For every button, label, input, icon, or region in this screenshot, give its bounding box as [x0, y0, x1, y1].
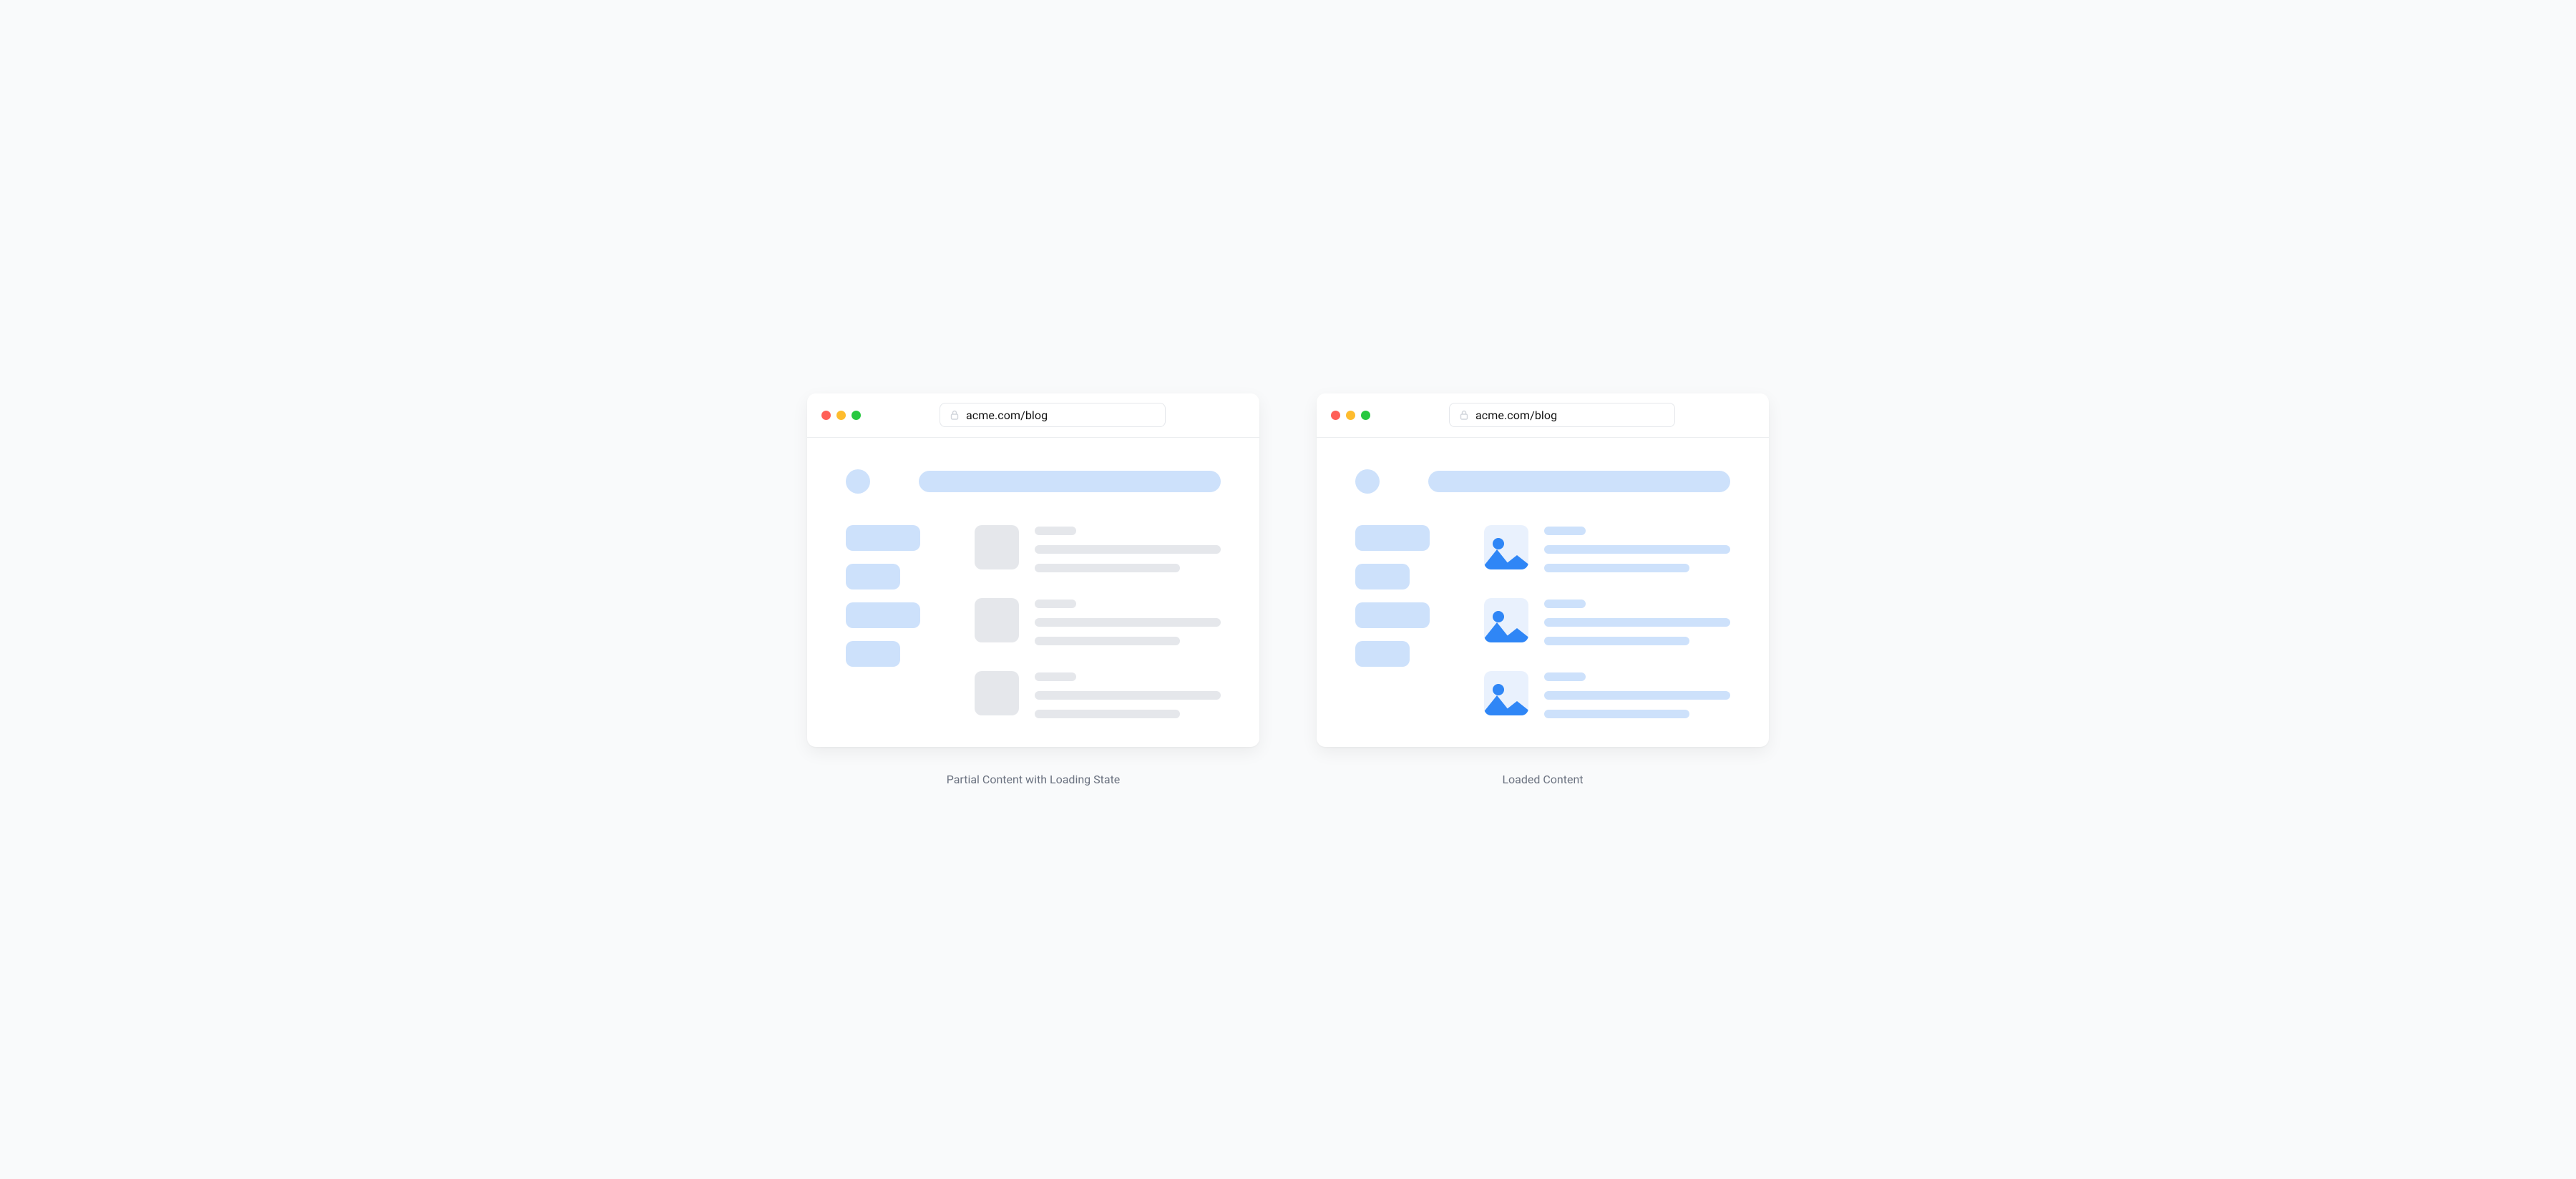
- skeleton-line: [1035, 637, 1180, 645]
- thumbnail-image: [1484, 671, 1528, 715]
- text-line: [1544, 545, 1730, 554]
- post-skeleton: [975, 671, 1221, 718]
- thumbnail-image: [1484, 598, 1528, 642]
- post-text: [1544, 525, 1730, 572]
- skeleton-line: [1035, 618, 1221, 627]
- skeleton-line: [1035, 672, 1076, 681]
- panel-loading-state: acme.com/blog: [807, 393, 1259, 786]
- skeleton-line: [1035, 710, 1180, 718]
- comparison-canvas: acme.com/blog: [779, 336, 1797, 843]
- text-line: [1544, 618, 1730, 627]
- search-placeholder: [1428, 471, 1730, 492]
- skeleton-line: [1035, 527, 1076, 535]
- text-skeleton: [1035, 598, 1221, 645]
- skeleton-line: [1035, 564, 1180, 572]
- post-skeleton: [975, 525, 1221, 572]
- sidebar: [846, 525, 920, 718]
- sidebar-item: [846, 602, 920, 628]
- sidebar-item: [846, 641, 900, 667]
- page-content-loaded: [1317, 438, 1769, 718]
- sidebar-item: [846, 564, 900, 590]
- image-icon: [1497, 701, 1528, 715]
- panel-caption: Partial Content with Loading State: [947, 773, 1121, 786]
- sidebar: [1355, 525, 1430, 718]
- skeleton-line: [1035, 691, 1221, 700]
- close-icon[interactable]: [1331, 411, 1340, 420]
- image-icon: [1493, 684, 1504, 695]
- skeleton-line: [1035, 600, 1076, 608]
- post-skeleton: [975, 598, 1221, 645]
- text-line: [1544, 564, 1689, 572]
- address-url: acme.com/blog: [1475, 409, 1557, 422]
- address-url: acme.com/blog: [966, 409, 1048, 422]
- close-icon[interactable]: [821, 411, 831, 420]
- text-line: [1544, 527, 1586, 535]
- header-row: [1355, 469, 1730, 494]
- header-row: [846, 469, 1221, 494]
- body-row: [1355, 525, 1730, 718]
- text-line: [1544, 600, 1586, 608]
- thumbnail-skeleton: [975, 525, 1019, 569]
- body-row: [846, 525, 1221, 718]
- maximize-icon[interactable]: [1361, 411, 1370, 420]
- panel-loaded-state: acme.com/blog: [1317, 393, 1769, 786]
- text-line: [1544, 710, 1689, 718]
- address-bar[interactable]: acme.com/blog: [1449, 403, 1675, 427]
- post-text: [1544, 671, 1730, 718]
- address-bar[interactable]: acme.com/blog: [940, 403, 1166, 427]
- thumbnail-skeleton: [975, 598, 1019, 642]
- page-content-loading: [807, 438, 1259, 718]
- sidebar-item: [1355, 525, 1430, 551]
- feed-skeleton: [975, 525, 1221, 718]
- text-line: [1544, 637, 1689, 645]
- feed-loaded: [1484, 525, 1730, 718]
- thumbnail-image: [1484, 525, 1528, 569]
- post-item: [1484, 671, 1730, 718]
- sidebar-item: [846, 525, 920, 551]
- lock-icon: [1460, 410, 1468, 420]
- avatar-placeholder: [846, 469, 870, 494]
- image-icon: [1497, 555, 1528, 569]
- skeleton-line: [1035, 545, 1221, 554]
- sidebar-item: [1355, 564, 1410, 590]
- traffic-lights: [821, 411, 861, 420]
- text-line: [1544, 691, 1730, 700]
- sidebar-item: [1355, 641, 1410, 667]
- image-icon: [1497, 628, 1528, 642]
- search-placeholder: [919, 471, 1221, 492]
- text-line: [1544, 672, 1586, 681]
- thumbnail-skeleton: [975, 671, 1019, 715]
- post-item: [1484, 598, 1730, 645]
- browser-window-loading: acme.com/blog: [807, 393, 1259, 747]
- image-icon: [1493, 538, 1504, 549]
- lock-icon: [950, 410, 959, 420]
- panel-caption: Loaded Content: [1502, 773, 1583, 786]
- text-skeleton: [1035, 671, 1221, 718]
- traffic-lights: [1331, 411, 1370, 420]
- browser-titlebar: acme.com/blog: [1317, 393, 1769, 438]
- post-text: [1544, 598, 1730, 645]
- post-item: [1484, 525, 1730, 572]
- browser-titlebar: acme.com/blog: [807, 393, 1259, 438]
- browser-window-loaded: acme.com/blog: [1317, 393, 1769, 747]
- text-skeleton: [1035, 525, 1221, 572]
- maximize-icon[interactable]: [852, 411, 861, 420]
- sidebar-item: [1355, 602, 1430, 628]
- minimize-icon[interactable]: [836, 411, 846, 420]
- avatar-placeholder: [1355, 469, 1380, 494]
- image-icon: [1493, 611, 1504, 622]
- minimize-icon[interactable]: [1346, 411, 1355, 420]
